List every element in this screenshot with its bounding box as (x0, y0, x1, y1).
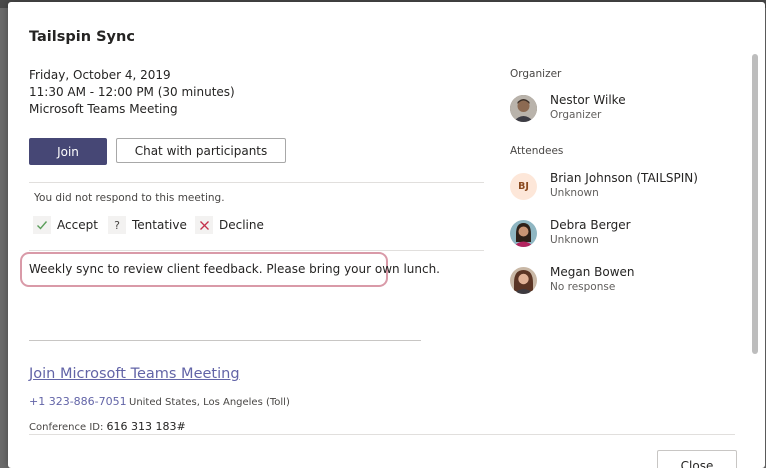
tentative-button[interactable]: ? Tentative (108, 215, 187, 235)
attendee-status: No response (550, 281, 616, 293)
join-button[interactable]: Join (29, 138, 107, 165)
chat-with-participants-button[interactable]: Chat with participants (116, 138, 286, 163)
divider (29, 182, 484, 183)
close-button[interactable]: Close (657, 450, 737, 468)
rsvp-status-text: You did not respond to this meeting. (34, 192, 225, 204)
dial-in-phone-link[interactable]: +1 323-886-7051 (29, 395, 127, 408)
attendee-status: Unknown (550, 234, 599, 246)
attendee-name: Megan Bowen (550, 265, 635, 279)
divider (29, 250, 484, 251)
dial-in-location: United States, Los Angeles (Toll) (129, 397, 290, 408)
organizer-role: Organizer (550, 109, 602, 121)
attendee-name: Debra Berger (550, 218, 631, 232)
divider (29, 434, 735, 435)
organizer-section-label: Organizer (510, 68, 562, 80)
decline-button[interactable]: Decline (195, 215, 264, 235)
attendee-name: Brian Johnson (TAILSPIN) (550, 171, 698, 185)
tentative-label: Tentative (132, 218, 187, 232)
avatar-initials: BJ (510, 173, 537, 200)
join-teams-meeting-link[interactable]: Join Microsoft Teams Meeting (29, 366, 240, 382)
avatar (510, 95, 537, 122)
meeting-details-dialog: Tailspin Sync Friday, October 4, 2019 11… (8, 2, 765, 468)
scrollbar[interactable] (752, 54, 758, 354)
conference-id: Conference ID: 616 313 183# (29, 420, 186, 433)
meeting-date: Friday, October 4, 2019 (29, 68, 171, 82)
decline-x-icon (195, 216, 213, 234)
meeting-description: Weekly sync to review client feedback. P… (29, 262, 440, 276)
attendee-status: Unknown (550, 187, 599, 199)
checkmark-icon (33, 216, 51, 234)
meeting-type: Microsoft Teams Meeting (29, 102, 178, 116)
attendees-section-label: Attendees (510, 145, 564, 157)
conference-id-label: Conference ID: (29, 422, 104, 433)
meeting-time: 11:30 AM - 12:00 PM (30 minutes) (29, 85, 235, 99)
accept-label: Accept (57, 218, 98, 232)
decline-label: Decline (219, 218, 264, 232)
meeting-title: Tailspin Sync (29, 29, 135, 45)
separator-line (29, 340, 421, 341)
conference-id-value: 616 313 183# (106, 420, 186, 433)
accept-button[interactable]: Accept (33, 215, 98, 235)
question-mark-icon: ? (108, 216, 126, 234)
avatar (510, 220, 537, 247)
organizer-name: Nestor Wilke (550, 93, 626, 107)
avatar (510, 267, 537, 294)
